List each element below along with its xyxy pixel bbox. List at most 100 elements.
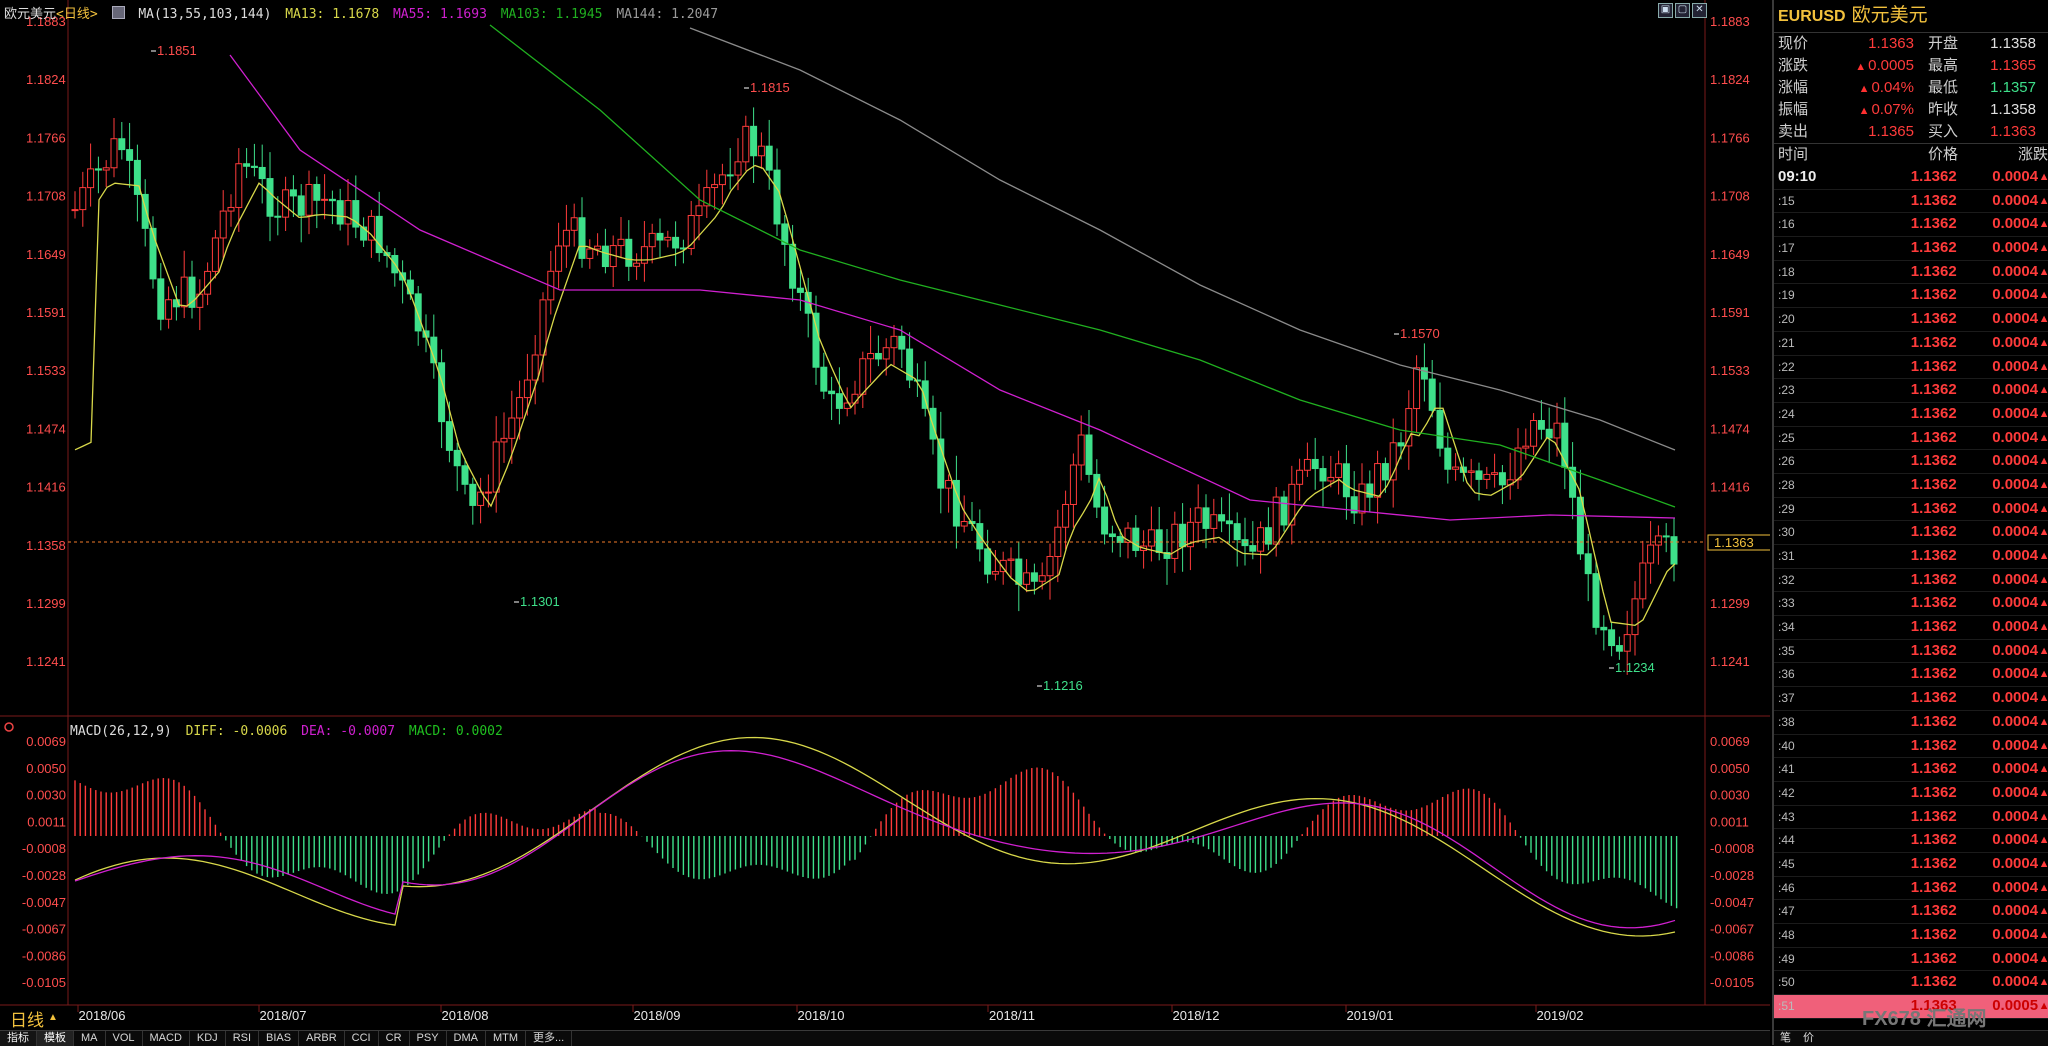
tick-row[interactable]: :26 1.1362 0.0004 ▲: [1774, 450, 2048, 474]
indicator-tab-14[interactable]: 更多...: [526, 1031, 573, 1046]
tick-row[interactable]: :43 1.1362 0.0004 ▲: [1774, 806, 2048, 830]
tick-row[interactable]: :19 1.1362 0.0004 ▲: [1774, 284, 2048, 309]
tick-row[interactable]: :37 1.1362 0.0004 ▲: [1774, 687, 2048, 711]
tick-price: 1.1362: [1910, 523, 1957, 541]
candle-down: [1218, 514, 1226, 522]
tick-row[interactable]: :35 1.1362 0.0004 ▲: [1774, 640, 2048, 664]
tick-row[interactable]: :24 1.1362 0.0004 ▲: [1774, 403, 2048, 427]
tick-row[interactable]: :32 1.1362 0.0004 ▲: [1774, 569, 2048, 593]
tick-row[interactable]: :48 1.1362 0.0004 ▲: [1774, 924, 2048, 948]
footer-tab-price[interactable]: 价: [1797, 1032, 1820, 1044]
tick-row[interactable]: :45 1.1362 0.0004 ▲: [1774, 853, 2048, 877]
indicator-tab-11[interactable]: PSY: [410, 1031, 447, 1046]
legend-ma13: MA13: 1.1678: [285, 7, 380, 22]
close-icon[interactable]: ✕: [1692, 3, 1707, 18]
indicator-tab-12[interactable]: DMA: [447, 1031, 486, 1046]
macd-tick-label-right: -0.0028: [1710, 868, 1754, 883]
kline-chart-area[interactable]: 1.1883 1.1883 1.1824 1.1824 1.1766 1.1766 1.17…: [0, 0, 1770, 1046]
candle-down: [726, 174, 734, 177]
candle-down: [796, 287, 804, 293]
macd-tick-label-left: -0.0067: [22, 922, 66, 937]
candle-down: [1498, 472, 1506, 486]
candle-down: [1420, 367, 1428, 380]
up-arrow-icon: ▲: [1855, 61, 1867, 73]
time-axis-label: 2018/12: [1173, 1008, 1220, 1023]
tick-row[interactable]: :34 1.1362 0.0004 ▲: [1774, 616, 2048, 640]
indicator-tab-1[interactable]: 模板: [37, 1031, 74, 1046]
price-tick-label-left: 1.1708: [26, 189, 66, 204]
candle-up: [219, 210, 227, 239]
tick-list[interactable]: 09:10 1.1362 0.0004 ▲:15 1.1362 0.0004 ▲:16 1.1…: [1774, 166, 2048, 1019]
tick-row[interactable]: :29 1.1362 0.0004 ▲: [1774, 498, 2048, 522]
macd-tick-label-right: 0.0050: [1710, 761, 1750, 776]
tick-row[interactable]: :40 1.1362 0.0004 ▲: [1774, 735, 2048, 759]
tick-price: 1.1362: [1910, 168, 1957, 185]
indicator-tab-0[interactable]: 指标: [0, 1031, 37, 1046]
indicator-tab-2[interactable]: MA: [74, 1031, 106, 1046]
maximize-icon[interactable]: ▢: [1675, 3, 1690, 18]
tick-row[interactable]: :33 1.1362 0.0004 ▲: [1774, 592, 2048, 617]
tick-change: 0.0004: [1992, 523, 2039, 541]
timeframe-dropdown-icon[interactable]: ▲: [48, 1012, 58, 1023]
tick-change: 0.0004: [1992, 665, 2039, 683]
tick-row[interactable]: :36 1.1362 0.0004 ▲: [1774, 663, 2048, 688]
candle-down: [360, 226, 368, 241]
tick-row[interactable]: :47 1.1362 0.0004 ▲: [1774, 900, 2048, 924]
tick-time: :15: [1778, 193, 1795, 208]
tick-row[interactable]: :16 1.1362 0.0004 ▲: [1774, 213, 2048, 238]
panel-title: EURUSD 欧元美元: [1774, 0, 2048, 33]
tick-row[interactable]: :50 1.1362 0.0004 ▲: [1774, 971, 2048, 996]
tick-price: 1.1362: [1910, 381, 1957, 399]
tick-row[interactable]: :28 1.1362 0.0004 ▲: [1774, 474, 2048, 498]
candle-down: [835, 393, 843, 409]
kline-chart[interactable]: 1.1883 1.18831.1824 1.18241.1766 1.17661.17…: [0, 0, 1770, 1045]
tick-change: 0.0004: [1992, 547, 2039, 564]
candle-up: [1077, 434, 1085, 466]
tick-row[interactable]: :44 1.1362 0.0004 ▲: [1774, 829, 2048, 853]
tick-row[interactable]: :17 1.1362 0.0004 ▲: [1774, 237, 2048, 261]
tick-row[interactable]: :38 1.1362 0.0004 ▲: [1774, 711, 2048, 735]
footer-tab-trades[interactable]: 笔: [1774, 1032, 1797, 1044]
tick-row[interactable]: :18 1.1362 0.0004 ▲: [1774, 261, 2048, 285]
restore-icon[interactable]: ▣: [1658, 3, 1673, 18]
indicator-tab-8[interactable]: ARBR: [299, 1031, 345, 1046]
tick-row[interactable]: :30 1.1362 0.0004 ▲: [1774, 521, 2048, 545]
tick-row[interactable]: :42 1.1362 0.0004 ▲: [1774, 782, 2048, 806]
indicator-tab-7[interactable]: BIAS: [259, 1031, 300, 1046]
tick-time: :23: [1778, 383, 1795, 398]
candle-down: [274, 215, 282, 218]
tick-row[interactable]: :49 1.1362 0.0004 ▲: [1774, 948, 2048, 972]
tick-row[interactable]: 09:10 1.1362 0.0004 ▲: [1774, 166, 2048, 190]
indicator-tab-9[interactable]: CCI: [345, 1031, 379, 1046]
tick-row[interactable]: :20 1.1362 0.0004 ▲: [1774, 308, 2048, 332]
tick-price: 1.1362: [1910, 878, 1957, 896]
tick-row[interactable]: :46 1.1362 0.0004 ▲: [1774, 877, 2048, 901]
indicator-tab-4[interactable]: MACD: [143, 1031, 190, 1046]
tick-change: 0.0004: [1992, 902, 2039, 920]
tick-row[interactable]: :41 1.1362 0.0004 ▲: [1774, 758, 2048, 782]
timeframe-label[interactable]: 日线: [10, 1006, 44, 1031]
tick-row[interactable]: :15 1.1362 0.0004 ▲: [1774, 190, 2048, 214]
quote-value-text: 0.04%: [1871, 79, 1914, 96]
tick-row[interactable]: :25 1.1362 0.0004 ▲: [1774, 427, 2048, 451]
macd-tick-label-left: -0.0028: [22, 868, 66, 883]
up-arrow-icon: ▲: [2038, 668, 2048, 681]
candle-up: [562, 229, 570, 247]
macd-legend: MACD(26,12,9) DIFF: -0.0006 DEA: -0.0007…: [70, 724, 509, 739]
tick-change: 0.0004: [1992, 926, 2039, 943]
indicator-tab-6[interactable]: RSI: [226, 1031, 260, 1046]
tick-row[interactable]: :23 1.1362 0.0004 ▲: [1774, 379, 2048, 403]
price-tick-label-left: 1.1591: [26, 305, 66, 320]
tick-row[interactable]: :21 1.1362 0.0004 ▲: [1774, 332, 2048, 356]
tick-row[interactable]: :22 1.1362 0.0004 ▲: [1774, 356, 2048, 380]
indicator-tab-5[interactable]: KDJ: [190, 1031, 226, 1046]
indicator-tab-10[interactable]: CR: [379, 1031, 410, 1046]
quote-value: ▲ 0.04%: [1816, 77, 1914, 99]
indicator-tab-13[interactable]: MTM: [486, 1031, 527, 1046]
legend-ma-icon[interactable]: [111, 6, 125, 19]
price-tick-label-left: 1.1416: [26, 480, 66, 495]
tick-row[interactable]: :31 1.1362 0.0004 ▲: [1774, 545, 2048, 569]
indicator-tab-3[interactable]: VOL: [106, 1031, 143, 1046]
candle-up: [1374, 463, 1382, 498]
candle-down: [1428, 378, 1436, 411]
